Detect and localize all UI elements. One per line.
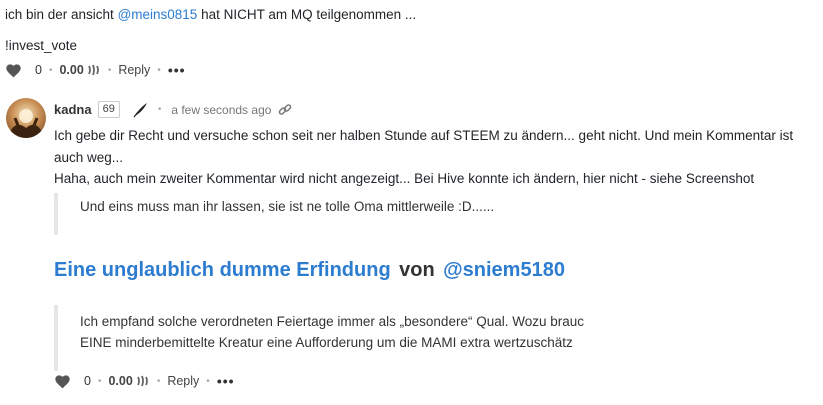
vote-count[interactable]: 0 (84, 374, 91, 388)
separator-dot: • (48, 64, 53, 76)
separator-dot: • (206, 375, 210, 387)
comment-actions: 0 • 0.00 • Reply • ••• (5, 62, 186, 78)
user-mention-link[interactable]: @meins0815 (118, 7, 198, 22)
comment-body-line: Ich gebe dir Recht und versuche schon se… (54, 128, 794, 143)
permalink-icon[interactable] (278, 103, 292, 117)
upvote-heart-icon[interactable] (54, 374, 71, 389)
excerpt-line: Ich empfand solche verordneten Feiertage… (80, 314, 585, 329)
reputation-badge: 69 (97, 101, 120, 118)
comment-body-line: auch weg... (54, 150, 124, 165)
separator-dot: • (157, 104, 162, 115)
comment-meta: kadna 69 • a few seconds ago (54, 101, 292, 118)
separator-dot: • (97, 375, 102, 387)
comment-actions: 0 • 0.00 • Reply • ••• (54, 373, 235, 389)
steem-currency-icon (87, 64, 101, 76)
excerpt-line: EINE minderbemittelte Kreatur eine Auffo… (80, 335, 573, 350)
reply-button[interactable]: Reply (167, 374, 199, 388)
comment-body-line: ich bin der ansicht @meins0815 hat NICHT… (5, 7, 417, 22)
quote-text: Und eins muss man ihr lassen, sie ist ne… (80, 199, 495, 214)
comment-command: !invest_vote (5, 38, 78, 53)
quill-icon (132, 102, 148, 118)
payout-value[interactable]: 0.00 (59, 63, 83, 77)
comment-body-line: Haha, auch mein zweiter Kommentar wird n… (54, 171, 755, 186)
linked-post-title: Eine unglaublich dumme Erfindung von @sn… (54, 259, 565, 282)
author-name[interactable]: kadna (54, 102, 92, 117)
payout-value[interactable]: 0.00 (108, 374, 132, 388)
separator-dot: • (157, 64, 161, 76)
more-options-button[interactable]: ••• (168, 62, 186, 78)
post-by-label: von (399, 259, 435, 281)
post-excerpt: Ich empfand solche verordneten Feiertage… (54, 305, 636, 371)
vote-count[interactable]: 0 (35, 63, 42, 77)
more-options-button[interactable]: ••• (217, 373, 235, 389)
reply-button[interactable]: Reply (118, 63, 150, 77)
blockquote: Und eins muss man ihr lassen, sie ist ne… (54, 193, 494, 235)
avatar[interactable] (6, 98, 46, 138)
steem-currency-icon (136, 375, 150, 387)
post-title-link[interactable]: Eine unglaublich dumme Erfindung (54, 259, 391, 281)
upvote-heart-icon[interactable] (5, 63, 22, 78)
comment-timestamp[interactable]: a few seconds ago (171, 103, 271, 117)
separator-dot: • (107, 64, 112, 76)
separator-dot: • (156, 375, 161, 387)
post-author-link[interactable]: @sniem5180 (443, 259, 565, 281)
